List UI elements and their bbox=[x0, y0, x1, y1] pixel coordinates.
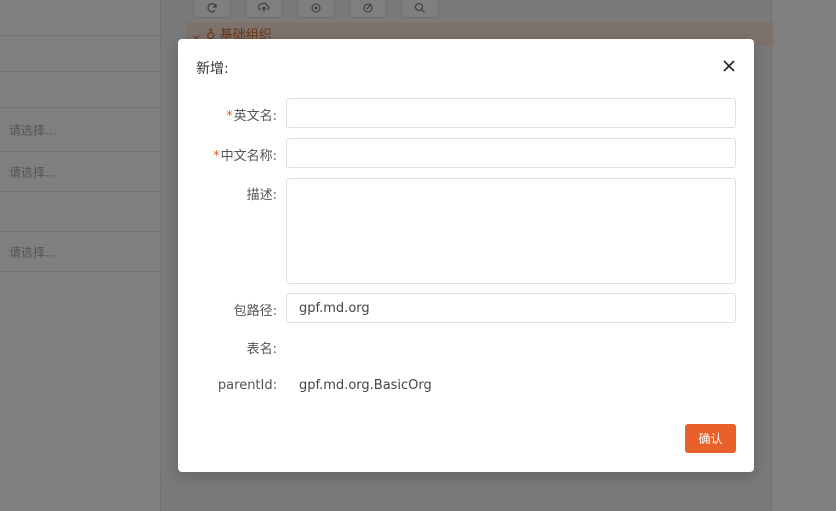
close-icon[interactable] bbox=[720, 57, 738, 75]
description-label: 描述: bbox=[246, 188, 277, 203]
chinese-name-input[interactable] bbox=[286, 138, 736, 168]
description-textarea[interactable] bbox=[286, 178, 736, 284]
chinese-name-label: *中文名称: bbox=[213, 149, 277, 164]
dialog-title: 新增: bbox=[196, 61, 229, 77]
confirm-button[interactable]: 确认 bbox=[685, 424, 736, 453]
english-name-label: *英文名: bbox=[226, 109, 277, 124]
package-path-label: 包路径: bbox=[233, 304, 277, 319]
add-dialog: 新增: *英文名: *中文名称: 描述: 包路径: 表名: parentId: … bbox=[178, 39, 754, 472]
parent-id-label: parentId: bbox=[217, 378, 277, 393]
english-name-input[interactable] bbox=[286, 98, 736, 128]
table-name-label: 表名: bbox=[246, 342, 277, 357]
parent-id-value: gpf.md.org.BasicOrg bbox=[299, 378, 432, 393]
package-path-input[interactable] bbox=[286, 293, 736, 323]
required-mark: * bbox=[213, 149, 220, 164]
required-mark: * bbox=[226, 109, 233, 124]
